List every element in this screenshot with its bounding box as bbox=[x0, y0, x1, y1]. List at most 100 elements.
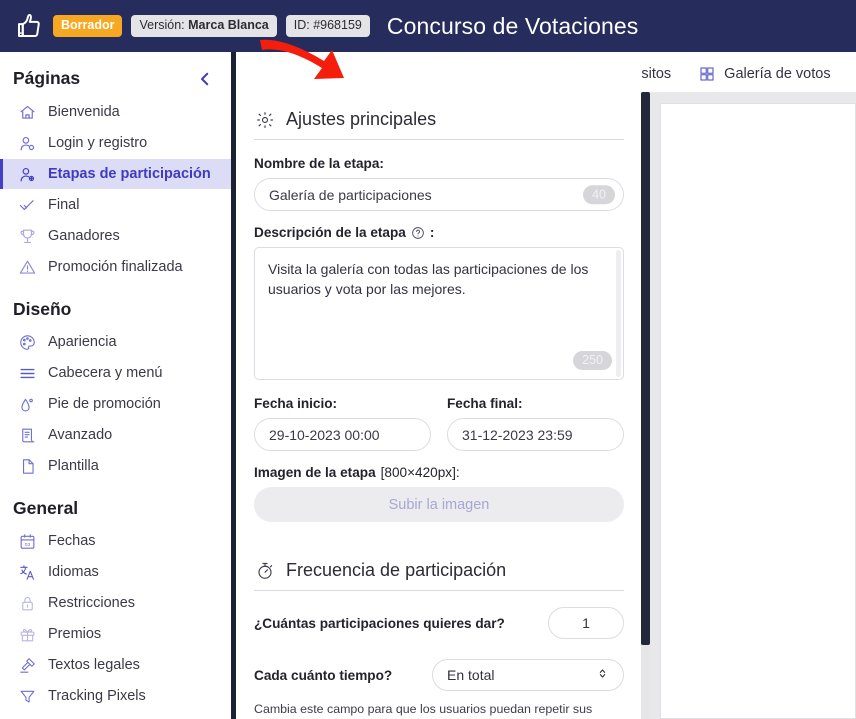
period-label: Cada cuánto tiempo? bbox=[254, 667, 393, 683]
main-panel: Ajustes principales Nombre de la etapa: … bbox=[236, 52, 641, 719]
sidebar-item-pie-de-promocion[interactable]: Pie de promoción bbox=[0, 389, 231, 419]
sidebar-item-plantilla[interactable]: Plantilla bbox=[0, 451, 231, 481]
trophy-icon bbox=[17, 226, 37, 246]
sidebar-item-label: Avanzado bbox=[48, 427, 113, 443]
sidebar-item-idiomas[interactable]: Idiomas bbox=[0, 557, 231, 587]
sidebar-item-premios[interactable]: Premios bbox=[0, 619, 231, 649]
sidebar-group-diseno: Diseño bbox=[13, 299, 72, 319]
frequency-hint: Cambia este campo para que los usuarios … bbox=[254, 702, 593, 719]
gear-icon bbox=[254, 109, 275, 130]
settings-form: Ajustes principales Nombre de la etapa: … bbox=[236, 97, 641, 719]
sidebar-item-final[interactable]: Final bbox=[0, 190, 231, 220]
description-label-colon: : bbox=[429, 225, 435, 240]
sidebar-item-bienvenida[interactable]: Bienvenida bbox=[0, 97, 231, 127]
description-label-text: Descripción de la etapa bbox=[254, 225, 406, 240]
section-header-ajustes-principales: Ajustes principales bbox=[254, 109, 624, 140]
translate-icon bbox=[17, 562, 37, 582]
sidebar-item-label: Plantilla bbox=[48, 458, 99, 474]
period-value: En total bbox=[447, 667, 495, 683]
stage-image-label-text: Imagen de la etapa bbox=[254, 465, 376, 480]
sidebar: Páginas Bienvenida Login y registro Etap… bbox=[0, 52, 231, 719]
panel-scrollbar-thumb[interactable] bbox=[641, 92, 650, 645]
status-badge: Borrador bbox=[53, 14, 123, 38]
stage-name-input[interactable]: Galería de participaciones 40 bbox=[254, 178, 624, 211]
textarea-scrollbar[interactable] bbox=[616, 250, 621, 377]
stage-image-dimensions: [800×420px]: bbox=[380, 465, 460, 480]
calendar-icon: 03 bbox=[17, 531, 37, 551]
stage-name-value: Galería de participaciones bbox=[269, 186, 432, 203]
sidebar-item-label: Etapas de participación bbox=[48, 166, 211, 182]
sidebar-item-label: Apariencia bbox=[48, 334, 117, 350]
user-stage-icon bbox=[17, 164, 37, 184]
sidebar-header: Páginas bbox=[0, 62, 231, 97]
palette-icon bbox=[17, 332, 37, 352]
top-bar: Borrador Versión: Marca Blanca ID: #9681… bbox=[0, 0, 856, 52]
sidebar-item-label: Fechas bbox=[48, 533, 96, 549]
updown-arrows-icon bbox=[596, 667, 609, 683]
sidebar-item-label: Ganadores bbox=[48, 228, 120, 244]
section-title: Ajustes principales bbox=[286, 109, 437, 129]
sidebar-item-label: Textos legales bbox=[48, 657, 140, 673]
sidebar-item-label: Tracking Pixels bbox=[48, 688, 146, 704]
sidebar-item-ganadores[interactable]: Ganadores bbox=[0, 221, 231, 251]
end-date-input[interactable]: 31-12-2023 23:59 bbox=[447, 418, 624, 451]
sidebar-item-tracking-pixels[interactable]: Tracking Pixels bbox=[0, 681, 231, 711]
version-label: Versión: bbox=[139, 17, 185, 32]
description-counter: 250 bbox=[573, 350, 612, 370]
sidebar-item-label: Final bbox=[48, 197, 80, 213]
tab-galeria-de-votos[interactable]: Galería de votos bbox=[684, 52, 843, 95]
code-scroll-icon bbox=[17, 425, 37, 445]
sidebar-item-label: Pie de promoción bbox=[48, 396, 161, 412]
sidebar-item-label: Idiomas bbox=[48, 564, 99, 580]
tab-label: Galería de votos bbox=[724, 65, 831, 82]
sidebar-item-label: Cabecera y menú bbox=[48, 365, 163, 381]
participation-count-input[interactable]: 1 bbox=[548, 607, 624, 639]
home-icon bbox=[17, 102, 37, 122]
page-icon bbox=[17, 456, 37, 476]
sidebar-item-restricciones[interactable]: Restricciones bbox=[0, 588, 231, 618]
lock-icon bbox=[17, 593, 37, 613]
description-label: Descripción de la etapa : bbox=[254, 225, 624, 240]
period-row: Cada cuánto tiempo? En total bbox=[254, 659, 624, 691]
stage-image-label: Imagen de la etapa [800×420px]: bbox=[254, 465, 624, 480]
sidebar-item-promocion-finalizada[interactable]: Promoción finalizada bbox=[0, 252, 231, 282]
sidebar-item-label: Promoción finalizada bbox=[48, 259, 183, 275]
sidebar-item-avanzado[interactable]: Avanzado bbox=[0, 420, 231, 450]
start-date-value: 29-10-2023 00:00 bbox=[269, 426, 380, 443]
end-date-field: Fecha final: 31-12-2023 23:59 bbox=[447, 396, 624, 451]
thumbs-up-icon bbox=[14, 11, 44, 41]
sidebar-item-cabecera-y-menu[interactable]: Cabecera y menú bbox=[0, 358, 231, 388]
menu-lines-icon bbox=[17, 363, 37, 383]
start-date-input[interactable]: 29-10-2023 00:00 bbox=[254, 418, 431, 451]
section-title: Frecuencia de participación bbox=[286, 560, 507, 580]
svg-text:03: 03 bbox=[24, 541, 30, 547]
sidebar-item-etapas-de-participacion[interactable]: Etapas de participación bbox=[0, 159, 231, 189]
sidebar-item-textos-legales[interactable]: Textos legales bbox=[0, 650, 231, 680]
preview-panel bbox=[650, 92, 856, 719]
period-select[interactable]: En total bbox=[432, 659, 624, 691]
upload-image-button[interactable]: Subir la imagen bbox=[254, 487, 624, 522]
gavel-icon bbox=[17, 655, 37, 675]
frequency-section: Frecuencia de participación ¿Cuántas par… bbox=[254, 546, 624, 719]
sidebar-item-login-y-registro[interactable]: Login y registro bbox=[0, 128, 231, 158]
page-title: Concurso de Votaciones bbox=[386, 12, 639, 39]
sidebar-item-apariencia[interactable]: Apariencia bbox=[0, 327, 231, 357]
sidebar-item-label: Bienvenida bbox=[48, 104, 120, 120]
grid-icon bbox=[697, 64, 716, 83]
start-date-field: Fecha inicio: 29-10-2023 00:00 bbox=[254, 396, 431, 451]
funnel-icon bbox=[17, 686, 37, 706]
description-textarea[interactable]: Visita la galería con todas las particip… bbox=[254, 247, 624, 380]
end-date-value: 31-12-2023 23:59 bbox=[462, 426, 573, 443]
question-circle-icon[interactable] bbox=[411, 226, 425, 240]
stopwatch-icon bbox=[254, 560, 275, 581]
sidebar-item-fechas[interactable]: 03 Fechas bbox=[0, 526, 231, 556]
stage-name-label-text: Nombre de la etapa: bbox=[254, 156, 384, 171]
participation-count-label: ¿Cuántas participaciones quieres dar? bbox=[254, 615, 505, 631]
date-row: Fecha inicio: 29-10-2023 00:00 Fecha fin… bbox=[254, 396, 624, 451]
preview-page[interactable] bbox=[660, 103, 856, 719]
sidebar-item-label: Premios bbox=[48, 626, 102, 642]
sidebar-item-label: Restricciones bbox=[48, 595, 136, 611]
chevron-left-icon[interactable] bbox=[195, 69, 215, 89]
stage-name-counter: 40 bbox=[583, 184, 615, 205]
section-header-frecuencia: Frecuencia de participación bbox=[254, 560, 624, 591]
